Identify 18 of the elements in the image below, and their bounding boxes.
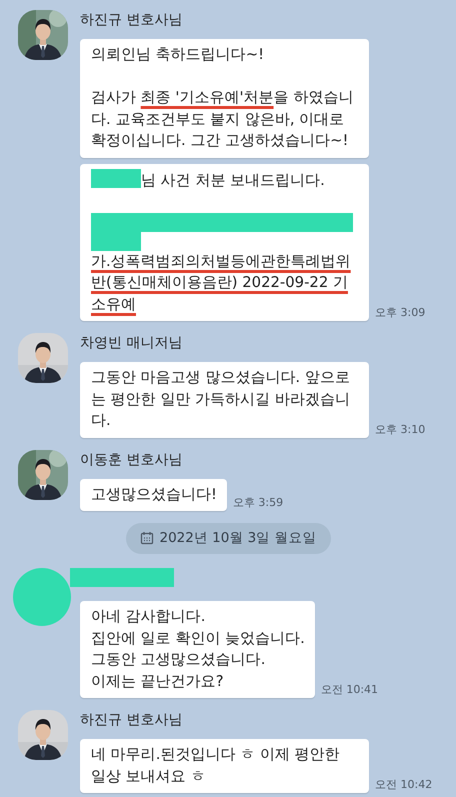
message-time: 오후 3:59: [232, 496, 284, 510]
date-text: 2022년 10월 3일 월요일: [160, 529, 316, 548]
message-bubble: 님 사건 처분 보내드립니다. 가.성폭력범죄의처벌등에관한특례법위반(통신매체이용음란) 2022-09-22 기소유예: [80, 164, 369, 321]
message-bubble: 네 마무리.된것입니다 ㅎ 이제 평안한 일상 보내셔요 ㅎ: [80, 739, 369, 794]
calendar-icon: [140, 531, 154, 546]
message-time: 오전 10:42: [375, 778, 432, 792]
sender-name: 하진규 변호사님: [80, 11, 184, 30]
sender-name: 차영빈 매니저님: [80, 334, 184, 353]
redaction-bar: [91, 168, 141, 188]
message-time: 오후 3:10: [375, 422, 426, 436]
message-time: 오전 10:41: [320, 683, 378, 698]
message-bubble: 그동안 마음고생 많으셨습니다. 앞으로는 평안한 일만 가득하시길 바라겠습니다.: [80, 362, 369, 438]
message-bubble: 의뢰인님 축하드립니다~! 검사가 최종 '기소유예'처분을 하였습니다. 교육조건부도 붙지 않은바, 이대로 확정이십니다. 그간 고생하셨습니다~!: [80, 39, 369, 158]
message-bubble: 아네 감사합니다. 집안에 일로 확인이 늦었습니다. 그동안 고생많으셨습니다. 이제는 끝난건가요?: [80, 601, 315, 698]
sender-name: 이동훈 변호사님: [80, 450, 184, 470]
message-time: 오후 3:09: [375, 306, 426, 320]
message-bubble: 고생많으셨습니다!: [80, 478, 227, 511]
sender-name: 하진규 변호사님: [80, 711, 184, 730]
